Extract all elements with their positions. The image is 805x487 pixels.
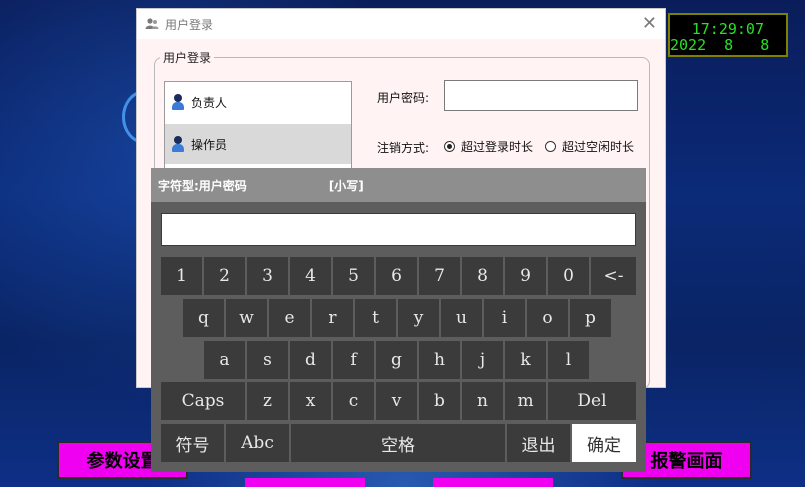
key-v[interactable]: v [376, 382, 417, 420]
key-8[interactable]: 8 [462, 257, 503, 295]
confirm-key[interactable]: 确定 [572, 424, 636, 462]
radio-label: 超过空闲时长 [562, 140, 635, 154]
key-3[interactable]: 3 [247, 257, 288, 295]
key-h[interactable]: h [419, 341, 460, 379]
user-name: 操作员 [191, 137, 228, 152]
key-i[interactable]: i [484, 299, 525, 337]
key-5[interactable]: 5 [333, 257, 374, 295]
clock-date: 2022 8 8 [670, 36, 770, 54]
caps-key[interactable]: Caps [161, 382, 245, 420]
key-l[interactable]: l [548, 341, 589, 379]
keyboard-field-label: 字符型:用户密码 [158, 178, 247, 193]
key-1[interactable]: 1 [161, 257, 202, 295]
key-r[interactable]: r [312, 299, 353, 337]
backspace-key[interactable]: <- [591, 257, 636, 295]
nav-button-3[interactable] [433, 478, 553, 487]
key-t[interactable]: t [355, 299, 396, 337]
key-e[interactable]: e [269, 299, 310, 337]
dialog-title: 用户登录 [165, 17, 214, 32]
key-d[interactable]: d [290, 341, 331, 379]
key-6[interactable]: 6 [376, 257, 417, 295]
key-k[interactable]: k [505, 341, 546, 379]
dialog-titlebar: 用户登录 ✕ [137, 9, 665, 39]
key-j[interactable]: j [462, 341, 503, 379]
key-n[interactable]: n [462, 382, 503, 420]
password-input[interactable] [444, 80, 638, 111]
radio-dot-checked[interactable] [444, 141, 455, 152]
nav-button-2[interactable] [245, 478, 365, 487]
user-name: 负责人 [191, 95, 228, 110]
key-o[interactable]: o [527, 299, 568, 337]
key-x[interactable]: x [290, 382, 331, 420]
users-icon [145, 18, 159, 29]
list-item-user[interactable]: 负责人 [165, 82, 351, 122]
key-w[interactable]: w [226, 299, 267, 337]
key-f[interactable]: f [333, 341, 374, 379]
key-0[interactable]: 0 [548, 257, 589, 295]
exit-key[interactable]: 退出 [507, 424, 570, 462]
list-item-user-selected[interactable]: 操作员 [165, 124, 351, 164]
key-u[interactable]: u [441, 299, 482, 337]
radio-idle-duration[interactable]: 超过空闲时长 [545, 138, 634, 155]
key-9[interactable]: 9 [505, 257, 546, 295]
radio-login-duration[interactable]: 超过登录时长 [444, 138, 533, 155]
key-2[interactable]: 2 [204, 257, 245, 295]
password-label: 用户密码: [377, 91, 430, 105]
close-icon[interactable]: ✕ [642, 13, 657, 34]
keyboard-input[interactable] [161, 213, 636, 246]
space-key[interactable]: 空格 [291, 424, 505, 462]
keyboard-header: 字符型:用户密码 [小写] [151, 168, 646, 202]
key-g[interactable]: g [376, 341, 417, 379]
user-icon [171, 94, 185, 110]
key-q[interactable]: q [183, 299, 224, 337]
keyboard-case-indicator: [小写] [328, 178, 364, 193]
symbol-key[interactable]: 符号 [161, 424, 224, 462]
abc-key[interactable]: Abc [226, 424, 289, 462]
key-y[interactable]: y [398, 299, 439, 337]
clock-time: 17:29:07 [691, 20, 764, 38]
key-b[interactable]: b [419, 382, 460, 420]
radio-label: 超过登录时长 [461, 140, 534, 154]
logout-mode-label: 注销方式: [377, 141, 430, 155]
virtual-keyboard: 字符型:用户密码 [小写] 1 2 3 4 5 6 7 8 9 0 <- q w… [151, 168, 646, 472]
delete-key[interactable]: Del [548, 382, 636, 420]
group-label: 用户登录 [160, 49, 215, 66]
user-icon [171, 136, 185, 152]
key-z[interactable]: z [247, 382, 288, 420]
key-4[interactable]: 4 [290, 257, 331, 295]
key-s[interactable]: s [247, 341, 288, 379]
key-c[interactable]: c [333, 382, 374, 420]
key-7[interactable]: 7 [419, 257, 460, 295]
key-m[interactable]: m [505, 382, 546, 420]
key-a[interactable]: a [204, 341, 245, 379]
clock-display: 17:29:07 2022 8 8 [668, 13, 788, 57]
radio-dot[interactable] [545, 141, 556, 152]
key-p[interactable]: p [570, 299, 611, 337]
